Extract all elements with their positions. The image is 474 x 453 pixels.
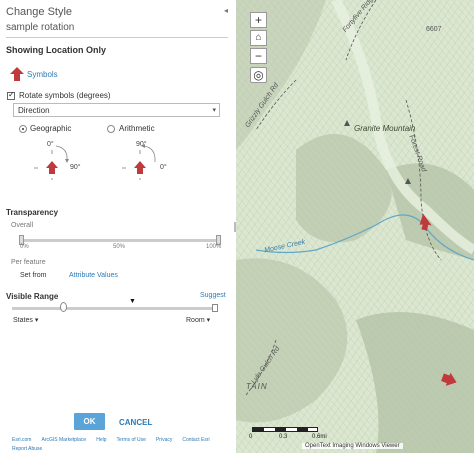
transparency-tick-100: 100% xyxy=(206,244,222,250)
peak-elevation-label: 6607 xyxy=(426,26,442,33)
chevron-down-icon: ▾ xyxy=(34,317,39,324)
scale-label-end: 0.6mi xyxy=(312,434,327,440)
geographic-label: Geographic xyxy=(30,124,72,133)
style-panel: ◂ Change Style sample rotation Showing L… xyxy=(0,0,236,453)
set-from-label: Set from xyxy=(20,272,47,279)
scale-label-start: 0 xyxy=(249,434,253,440)
home-button[interactable]: ⌂ xyxy=(250,30,267,46)
per-feature-label: Per feature xyxy=(11,259,46,266)
region-label: TAIN xyxy=(246,382,268,391)
geo-rotation-arc-icon xyxy=(34,145,69,180)
symbol-arrow-icon[interactable] xyxy=(10,67,24,81)
collapse-panel-icon[interactable]: ◂ xyxy=(224,6,228,15)
scale-label-mid: 0.3 xyxy=(279,434,288,440)
zoom-out-button[interactable]: − xyxy=(250,48,267,64)
transparency-title: Transparency xyxy=(6,208,59,217)
current-scale-marker-icon: ▼ xyxy=(129,298,136,305)
footer-link-privacy[interactable]: Privacy xyxy=(156,437,172,443)
zoom-in-button[interactable]: + xyxy=(250,12,267,28)
cancel-button[interactable]: CANCEL xyxy=(119,418,152,427)
visible-range-max-handle[interactable] xyxy=(212,304,218,312)
drawing-style-subtitle: Showing Location Only xyxy=(6,45,106,55)
attribute-values-link[interactable]: Attribute Values xyxy=(69,272,118,279)
rotate-symbols-checkbox[interactable] xyxy=(7,90,15,100)
transparency-slider-track[interactable] xyxy=(20,239,220,242)
max-scale-select[interactable]: Room ▾ xyxy=(186,316,210,324)
min-scale-select[interactable]: States ▾ xyxy=(13,316,38,324)
rotation-field-select[interactable]: Direction ▾ xyxy=(13,103,220,117)
rotation-field-value: Direction xyxy=(18,106,50,115)
report-abuse-link[interactable]: Report Abuse xyxy=(12,446,42,452)
map-attribution: OpenText Imaging Windows Viewer xyxy=(302,443,403,449)
footer-link-terms[interactable]: Terms of Use xyxy=(117,437,146,443)
max-scale-value: Room xyxy=(186,317,205,324)
panel-title: Change Style xyxy=(6,6,73,18)
footer-link-contact[interactable]: Contact Esri xyxy=(182,437,209,443)
topographic-basemap xyxy=(236,0,474,453)
suggest-link[interactable]: Suggest xyxy=(200,292,226,299)
locate-button[interactable]: ◎ xyxy=(250,67,267,83)
layer-name-underline xyxy=(6,37,228,38)
ok-button[interactable]: OK xyxy=(74,413,105,430)
chevron-down-icon: ▾ xyxy=(212,107,216,114)
footer-link-help[interactable]: Help xyxy=(96,437,106,443)
layer-name-field[interactable]: sample rotation xyxy=(6,22,74,33)
footer-links: Esri.com ArcGIS Marketplace Help Terms o… xyxy=(12,437,210,443)
arithmetic-label: Arithmetic xyxy=(119,124,155,133)
ari-rotation-arc-icon xyxy=(122,144,156,180)
overall-label: Overall xyxy=(11,222,34,229)
map-view[interactable]: + ⌂ − ◎ Granite Mountain Moose Creek For… xyxy=(236,0,474,453)
mountain-label: Granite Mountain xyxy=(354,124,416,133)
geographic-radio[interactable] xyxy=(19,125,27,133)
visible-range-title: Visible Range xyxy=(6,292,59,301)
chevron-down-icon: ▾ xyxy=(206,317,211,324)
transparency-tick-0: 0% xyxy=(20,244,29,250)
visible-range-slider-track[interactable] xyxy=(12,307,217,310)
footer-link-esri[interactable]: Esri.com xyxy=(12,437,31,443)
symbols-link[interactable]: Symbols xyxy=(27,70,58,79)
visible-range-min-handle[interactable] xyxy=(60,302,67,312)
arithmetic-radio[interactable] xyxy=(107,125,115,133)
min-scale-value: States xyxy=(13,317,33,324)
footer-link-marketplace[interactable]: ArcGIS Marketplace xyxy=(41,437,86,443)
scale-bar xyxy=(252,427,318,432)
transparency-tick-50: 50% xyxy=(113,244,126,250)
rotate-symbols-label: Rotate symbols (degrees) xyxy=(19,91,111,100)
